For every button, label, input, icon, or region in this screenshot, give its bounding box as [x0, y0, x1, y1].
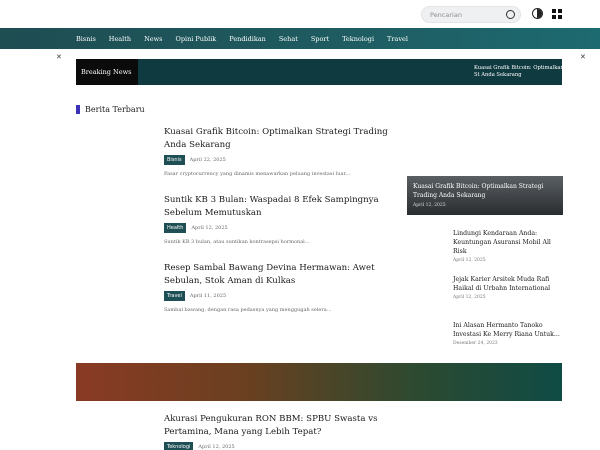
- nav-item-news[interactable]: News: [144, 35, 162, 43]
- nav-item-opini-publik[interactable]: Opini Publik: [176, 35, 217, 43]
- breaking-news-bar: Breaking News Kuasai Grafik Bitcoin: Opt…: [76, 59, 562, 85]
- breaking-news-label: Breaking News: [76, 59, 138, 85]
- close-icon[interactable]: ✕: [580, 53, 586, 61]
- article-date: April 11, 2025: [189, 293, 227, 299]
- article-date: April 22, 2025: [189, 157, 226, 163]
- article-title[interactable]: Kuasai Grafik Bitcoin: Optimalkan Strate…: [164, 126, 394, 151]
- category-badge[interactable]: Health: [164, 223, 187, 233]
- side-list-item: Jejak Karier Arsitek Muda Rafi Haikal di…: [453, 275, 565, 300]
- nav-item-pendidikan[interactable]: Pendidikan: [229, 35, 266, 43]
- article-item: Resep Sambal Bawang Devina Hermawan: Awe…: [164, 262, 394, 313]
- main-nav: Bisnis Health News Opini Publik Pendidik…: [0, 28, 600, 49]
- category-badge[interactable]: Travel: [164, 291, 185, 301]
- top-bar: [0, 0, 600, 28]
- article-excerpt: Pasar cryptocurrency yang dinamis menawa…: [164, 171, 351, 177]
- section-accent-bar: [76, 105, 80, 114]
- article-date: April 12, 2025: [198, 444, 235, 450]
- side-item-title[interactable]: Jejak Karier Arsitek Muda Rafi Haikal di…: [453, 275, 565, 293]
- nav-item-sehat[interactable]: Sehat: [279, 35, 298, 43]
- article-item: Suntik KB 3 Bulan: Waspadai 8 Efek Sampi…: [164, 194, 394, 245]
- nav-item-bisnis[interactable]: Bisnis: [76, 35, 96, 43]
- grid-menu-icon[interactable]: [552, 9, 562, 19]
- side-item-date: April 12, 2025: [453, 295, 486, 300]
- side-list-item: Lindungi Kendaraan Anda: Keuntungan Asur…: [453, 229, 565, 263]
- search-icon[interactable]: [506, 10, 515, 19]
- article-title[interactable]: Akurasi Pengukuran RON BBM: SPBU Swasta …: [164, 413, 404, 438]
- section-title-text: Berita Terbaru: [85, 105, 145, 114]
- article-title[interactable]: Resep Sambal Bawang Devina Hermawan: Awe…: [164, 262, 394, 287]
- breaking-news-headline[interactable]: Kuasai Grafik Bitcoin: Optimalkan St And…: [474, 65, 562, 79]
- article-date: April 12, 2025: [191, 225, 228, 231]
- side-item-title[interactable]: Lindungi Kendaraan Anda: Keuntungan Asur…: [453, 229, 565, 256]
- category-badge[interactable]: Bisnis: [164, 155, 185, 165]
- side-item-date: Desember 24, 2023: [453, 341, 498, 346]
- side-item-title[interactable]: Ini Alasan Hermanto Tanoko Investasi Ke …: [453, 321, 565, 339]
- promo-banner[interactable]: [76, 363, 562, 401]
- side-item-date: April 12, 2025: [453, 258, 486, 263]
- article-excerpt: Sambal bawang, dengan rasa pedasnya yang…: [164, 307, 332, 313]
- nav-item-sport[interactable]: Sport: [311, 35, 329, 43]
- theme-toggle-icon[interactable]: [532, 8, 543, 19]
- article-excerpt: Suntik KB 3 bulan, atau suntikan kontras…: [164, 239, 310, 245]
- search-box[interactable]: [421, 6, 521, 23]
- featured-title[interactable]: Kuasai Grafik Bitcoin: Optimalkan Strate…: [413, 182, 561, 200]
- side-list-item: Ini Alasan Hermanto Tanoko Investasi Ke …: [453, 321, 565, 346]
- article-item: Kuasai Grafik Bitcoin: Optimalkan Strate…: [164, 126, 394, 177]
- article-item: Akurasi Pengukuran RON BBM: SPBU Swasta …: [164, 413, 404, 450]
- article-title[interactable]: Suntik KB 3 Bulan: Waspadai 8 Efek Sampi…: [164, 194, 394, 219]
- featured-article[interactable]: Kuasai Grafik Bitcoin: Optimalkan Strate…: [407, 176, 563, 215]
- nav-item-teknologi[interactable]: Teknologi: [342, 35, 374, 43]
- nav-item-travel[interactable]: Travel: [387, 35, 408, 43]
- nav-item-health[interactable]: Health: [109, 35, 131, 43]
- category-badge[interactable]: Teknologi: [164, 442, 194, 450]
- search-input[interactable]: [430, 9, 500, 21]
- featured-date: April 12, 2025: [413, 203, 446, 208]
- close-icon[interactable]: ✕: [56, 53, 62, 61]
- section-title: Berita Terbaru: [76, 105, 145, 114]
